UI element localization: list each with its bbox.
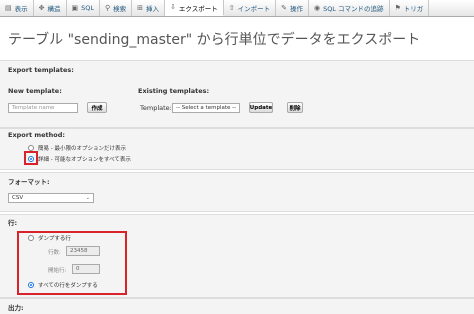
table-icon: ▤ xyxy=(5,3,12,12)
tab-label: エクスポート xyxy=(178,4,218,13)
tab-bar: ▤ 表示 ✥ 構造 ▣ SQL ⚲ 検索 ⊞ 挿入 ⇩ エクスポート ⇧ インポート ✎ 操作 … xyxy=(0,0,474,17)
highlight-box-rows xyxy=(17,231,127,295)
custom-method-label: 詳細 - 可能なオプションをすべて表示 xyxy=(38,157,131,163)
sql-icon: ▣ xyxy=(71,3,79,12)
export-icon: ⇩ xyxy=(170,3,176,11)
tab-export[interactable]: ⇩ エクスポート xyxy=(165,0,224,16)
template-select[interactable]: -- Select a template -- xyxy=(172,103,240,113)
template-select-value: -- Select a template -- xyxy=(176,105,237,111)
format-select[interactable]: CSV ⌄ xyxy=(8,193,94,203)
tab-tracking[interactable]: ◉ SQL コマンドの追跡 xyxy=(309,0,390,16)
tab-label: 表示 xyxy=(14,5,28,13)
tab-label: SQL xyxy=(81,4,94,12)
insert-icon: ⊞ xyxy=(137,3,144,12)
template-label: Template: xyxy=(140,104,172,112)
page-title: テーブル "sending_master" から行単位でデータをエクスポート xyxy=(8,32,421,48)
export-method-legend: Export method: xyxy=(8,131,65,139)
highlight-box-method xyxy=(24,151,38,165)
existing-templates-heading: Existing templates: xyxy=(138,87,210,95)
format-select-value: CSV xyxy=(12,195,24,201)
format-legend: フォーマット: xyxy=(8,178,50,186)
tab-label: 検索 xyxy=(113,5,127,13)
tab-structure[interactable]: ✥ 構造 xyxy=(34,0,67,16)
output-legend: 出力: xyxy=(8,304,24,312)
tab-label: 挿入 xyxy=(146,5,160,13)
search-icon: ⚲ xyxy=(105,3,111,12)
tab-browse[interactable]: ▤ 表示 xyxy=(0,0,34,16)
wrench-icon: ✎ xyxy=(281,3,287,12)
rows-legend: 行: xyxy=(8,219,18,227)
create-template-button[interactable]: 作成 xyxy=(87,102,107,113)
export-method-section: Export method: 簡易 - 最小限のオプションだけ表示 詳細 - 可… xyxy=(0,128,474,170)
trigger-icon: ⚑ xyxy=(394,3,401,12)
export-templates-section: Export templates: New template: Template… xyxy=(0,60,474,128)
update-template-button[interactable]: Update xyxy=(249,102,273,113)
quick-method-label: 簡易 - 最小限のオプションだけ表示 xyxy=(38,146,126,152)
tab-insert[interactable]: ⊞ 挿入 xyxy=(132,0,166,16)
tab-label: トリガ xyxy=(403,5,424,13)
tab-import[interactable]: ⇧ インポート xyxy=(224,0,277,16)
export-templates-legend: Export templates: xyxy=(8,66,74,74)
tab-label: インポート xyxy=(237,5,271,13)
tab-triggers[interactable]: ⚑ トリガ xyxy=(390,0,430,16)
output-section: 出力: xyxy=(0,298,474,314)
format-section: フォーマット: CSV ⌄ xyxy=(0,172,474,212)
tab-label: SQL コマンドの追跡 xyxy=(323,5,384,13)
tab-label: 構造 xyxy=(47,5,61,13)
tab-sql[interactable]: ▣ SQL xyxy=(67,0,100,16)
tab-search[interactable]: ⚲ 検索 xyxy=(100,0,133,16)
chevron-down-icon: ⌄ xyxy=(85,195,90,201)
eye-icon: ◉ xyxy=(313,3,321,12)
tab-label: 操作 xyxy=(289,5,303,13)
tab-operations[interactable]: ✎ 操作 xyxy=(276,0,309,16)
structure-icon: ✥ xyxy=(38,3,45,12)
import-icon: ⇧ xyxy=(228,3,235,12)
new-template-heading: New template: xyxy=(8,87,62,95)
template-name-input[interactable]: Template name xyxy=(8,103,78,113)
delete-template-button[interactable]: 削除 xyxy=(287,102,303,113)
